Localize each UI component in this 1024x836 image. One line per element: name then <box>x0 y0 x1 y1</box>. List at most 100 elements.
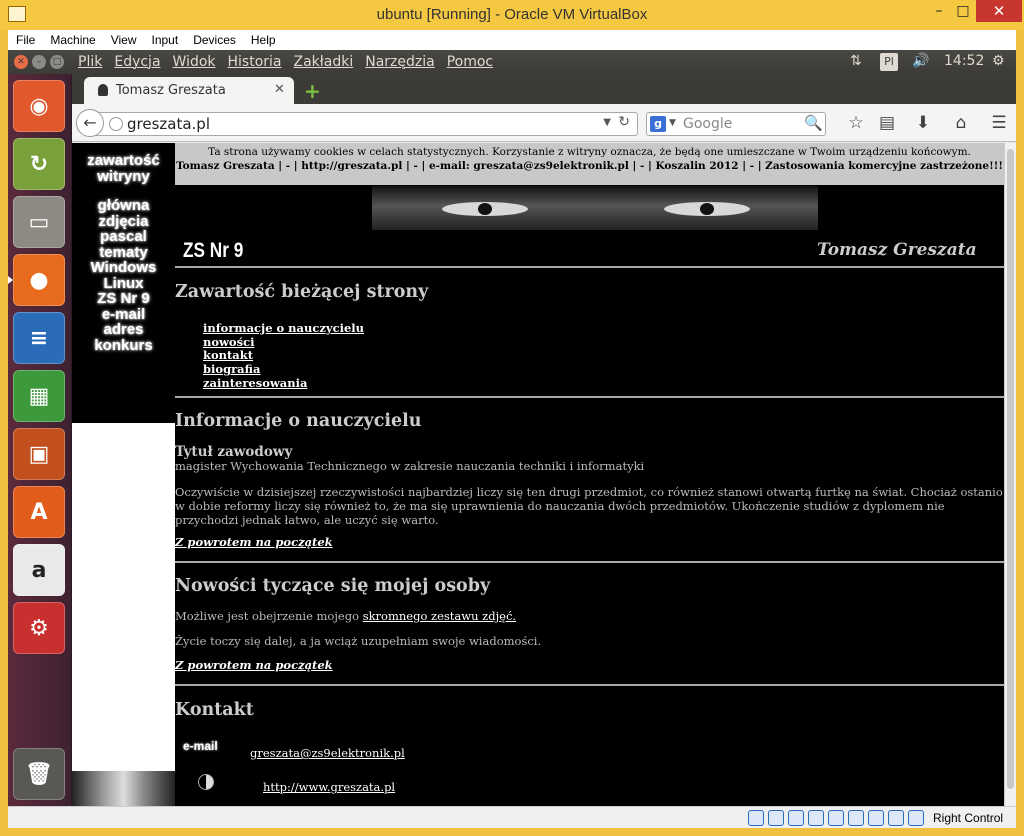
gear-icon[interactable]: ⚙ <box>992 53 1005 69</box>
writer-icon[interactable]: ≡ <box>13 312 65 364</box>
sidebar-link-zs-nr-9[interactable]: ZS Nr 9 <box>72 291 175 307</box>
tab-bar: Tomasz Greszata ✕ + <box>72 74 1016 104</box>
maximize-button[interactable]: □ <box>946 0 980 22</box>
ubuntu-logo-icon[interactable]: ◉ <box>13 80 65 132</box>
calc-icon[interactable]: ▦ <box>13 370 65 422</box>
menu-plik[interactable]: Plik <box>78 54 102 70</box>
sidebar-link-adres[interactable]: adres <box>72 322 175 338</box>
guest-minimize-button[interactable]: – <box>32 55 46 69</box>
menu-help[interactable]: Help <box>251 33 276 47</box>
keyboard-layout-indicator[interactable]: Pl <box>880 53 898 71</box>
divider <box>175 561 1004 563</box>
sidebar-link-pascal[interactable]: pascal <box>72 229 175 245</box>
menu-narzedzia[interactable]: Narzędzia <box>365 54 434 70</box>
impress-icon[interactable]: ▣ <box>13 428 65 480</box>
right-eye-shape <box>664 202 750 216</box>
display-icon[interactable] <box>868 810 884 826</box>
ubuntu-launcher: ◉ ↻ ▭ ● ≡ ▦ ▣ A a ⚙ 🗑 <box>8 74 72 806</box>
guest-maximize-button[interactable]: □ <box>50 55 64 69</box>
news-paragraph-2: Życie toczy się dalej, a ja wciąż uzupeł… <box>175 634 542 648</box>
menu-view[interactable]: View <box>111 33 137 47</box>
downloads-icon[interactable]: ⬇ <box>910 111 936 135</box>
author-name: Tomasz Greszata <box>817 240 977 260</box>
menu-edycja[interactable]: Edycja <box>114 54 160 70</box>
tab-close-icon[interactable]: ✕ <box>274 82 285 97</box>
address-bar[interactable]: greszata.pl ▼ ↻ <box>90 112 638 136</box>
sidebar-link-e-mail[interactable]: e-mail <box>72 306 175 323</box>
toc-link-informacje[interactable]: informacje o nauczycielu <box>203 321 364 336</box>
new-tab-plus-icon[interactable]: + <box>304 79 321 103</box>
shared-folder-icon[interactable] <box>848 810 864 826</box>
host-title-bar: ubuntu [Running] - Oracle VM VirtualBox … <box>0 0 1024 30</box>
network-transfer-icon[interactable]: ⇅ <box>850 53 862 69</box>
info-paragraph: Oczywiście w dzisiejszej rzeczywistości … <box>175 485 1003 527</box>
back-button[interactable]: ← <box>76 109 104 137</box>
info-heading: Informacje o nauczycielu <box>175 411 422 431</box>
email-link[interactable]: greszata@zs9elektronik.pl <box>250 746 405 760</box>
title-value: magister Wychowania Technicznego w zakre… <box>175 459 645 473</box>
trash-icon[interactable]: 🗑 <box>13 748 65 800</box>
file-cabinet-icon[interactable]: ▭ <box>13 196 65 248</box>
usb-icon[interactable] <box>828 810 844 826</box>
menu-historia[interactable]: Historia <box>228 54 282 70</box>
mouse-integration-icon[interactable] <box>908 810 924 826</box>
sidebar-link-linux[interactable]: Linux <box>72 275 175 292</box>
clock[interactable]: 14:52 <box>944 53 984 69</box>
site-identity-icon[interactable] <box>109 117 123 131</box>
eyes-banner-image <box>372 186 818 230</box>
menu-file[interactable]: File <box>16 33 35 47</box>
back-to-top-link[interactable]: Z powrotem na początek <box>175 535 333 549</box>
website-link[interactable]: http://www.greszata.pl <box>263 780 395 794</box>
menu-widok[interactable]: Widok <box>173 54 216 70</box>
optical-drive-icon[interactable] <box>768 810 784 826</box>
close-button[interactable]: ✕ <box>976 0 1022 22</box>
sidebar-link-konkurs[interactable]: konkurs <box>72 337 175 354</box>
page-scrollbar[interactable] <box>1004 143 1016 806</box>
sidebar-link-tematy[interactable]: tematy <box>72 244 175 261</box>
settings-wrench-icon[interactable]: ⚙ <box>13 602 65 654</box>
bookmarks-menu-icon[interactable]: ▤ <box>874 111 900 135</box>
search-icon[interactable]: 🔍 <box>804 114 823 132</box>
video-capture-icon[interactable] <box>888 810 904 826</box>
search-bar[interactable]: g ▼ Google 🔍 <box>646 112 826 136</box>
toc-link-biografia[interactable]: biografia <box>203 362 364 377</box>
firefox-icon[interactable]: ● <box>8 254 65 306</box>
menu-devices[interactable]: Devices <box>193 33 236 47</box>
back-to-top-link[interactable]: Z powrotem na początek <box>175 658 333 672</box>
sidebar-link-glowna[interactable]: główna <box>72 198 175 214</box>
bookmark-star-icon[interactable]: ☆ <box>843 111 869 135</box>
menu-pomoc[interactable]: Pomoc <box>447 54 493 70</box>
site-sidebar: zawartość witryny główna zdjęcia pascal … <box>72 143 175 806</box>
network-icon[interactable] <box>808 810 824 826</box>
hdd-icon[interactable] <box>748 810 764 826</box>
reload-icon[interactable]: ↻ <box>618 114 630 130</box>
updater-icon[interactable]: ↻ <box>13 138 65 190</box>
amazon-icon[interactable]: a <box>13 544 65 596</box>
home-icon[interactable]: ⌂ <box>948 111 974 135</box>
guest-close-button[interactable]: ✕ <box>14 55 28 69</box>
toc-link-kontakt[interactable]: kontakt <box>203 349 364 363</box>
news-text: Możliwe jest obejrzenie mojego <box>175 609 363 623</box>
scrollbar-thumb[interactable] <box>1007 149 1014 789</box>
yin-yang-icon <box>198 774 214 790</box>
menu-zakladki[interactable]: Zakładki <box>294 54 354 70</box>
host-window-title: ubuntu [Running] - Oracle VM VirtualBox <box>376 6 648 23</box>
search-placeholder[interactable]: Google <box>683 116 732 132</box>
tab-tomasz-greszata[interactable]: Tomasz Greszata ✕ <box>84 77 294 104</box>
volume-icon[interactable]: 🔊 <box>912 53 929 69</box>
engine-dropdown-icon[interactable]: ▼ <box>669 118 676 128</box>
audio-icon[interactable] <box>788 810 804 826</box>
menu-hamburger-icon[interactable]: ☰ <box>986 111 1012 135</box>
history-dropdown-icon[interactable]: ▼ <box>603 117 611 128</box>
sidebar-link-windows[interactable]: Windows <box>72 260 175 276</box>
menu-machine[interactable]: Machine <box>50 33 95 47</box>
toc-link-nowosci[interactable]: nowości <box>203 335 364 350</box>
toc-link-zainteresowania[interactable]: zainteresowania <box>203 376 364 391</box>
url-text[interactable]: greszata.pl <box>127 115 210 133</box>
shopping-bag-icon[interactable]: A <box>13 486 65 538</box>
photos-link[interactable]: skromnego zestawu zdjęć. <box>363 609 516 623</box>
menu-input[interactable]: Input <box>152 33 179 47</box>
google-engine-icon[interactable]: g <box>650 116 666 132</box>
sidebar-photo <box>72 771 175 806</box>
sidebar-link-zdjecia[interactable]: zdjęcia <box>72 213 175 230</box>
